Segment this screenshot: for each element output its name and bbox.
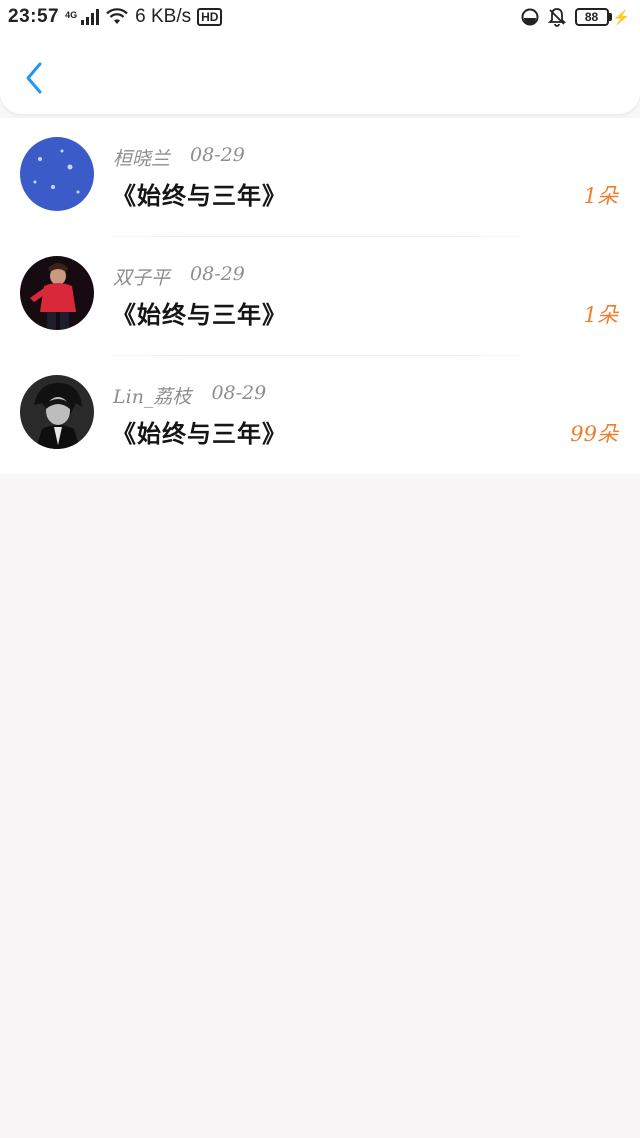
flower-count: 1朵 <box>583 184 618 208</box>
item-meta: 双子平 08-29 <box>113 263 245 290</box>
status-bar-left: 23:57 4G 6 KB/s HD <box>8 6 223 28</box>
item-date: 08-29 <box>190 263 245 285</box>
item-meta: 桓晓兰 08-29 <box>113 144 245 171</box>
avatar[interactable] <box>20 256 94 330</box>
signal-icon <box>81 9 100 25</box>
flower-count: 1朵 <box>583 303 618 327</box>
bell-muted-icon <box>547 8 566 27</box>
work-title[interactable]: 《始终与三年》 <box>112 176 287 211</box>
item-date: 08-29 <box>190 144 245 166</box>
work-title[interactable]: 《始终与三年》 <box>112 295 287 330</box>
status-bar: 23:57 4G 6 KB/s HD 88 ⚡ <box>0 0 640 34</box>
top-app-bar <box>0 34 640 114</box>
network-type-label: 4G <box>65 10 78 20</box>
status-bar-right: 88 ⚡ <box>521 7 630 27</box>
flower-count: 99朵 <box>570 422 618 446</box>
user-name[interactable]: 桓晓兰 <box>113 144 170 171</box>
user-name[interactable]: 双子平 <box>113 263 170 290</box>
work-title[interactable]: 《始终与三年》 <box>112 414 287 449</box>
battery-icon: 88 ⚡ <box>574 8 630 26</box>
back-button[interactable] <box>18 58 50 98</box>
data-saver-icon <box>521 8 539 26</box>
item-meta: Lin_荔枝 08-29 <box>113 382 266 409</box>
list-item[interactable]: 双子平 08-29 《始终与三年》 1朵 <box>0 237 640 356</box>
avatar[interactable] <box>20 375 94 449</box>
network-speed: 6 KB/s <box>135 6 192 27</box>
gift-list: 桓晓兰 08-29 《始终与三年》 1朵 双子平 08-29 《始终与三年》 1… <box>0 118 640 474</box>
list-item[interactable]: Lin_荔枝 08-29 《始终与三年》 99朵 <box>0 356 640 475</box>
charging-icon: ⚡ <box>612 8 630 25</box>
item-date: 08-29 <box>211 382 267 404</box>
list-item[interactable]: 桓晓兰 08-29 《始终与三年》 1朵 <box>0 118 640 237</box>
user-name[interactable]: Lin_荔枝 <box>113 382 191 409</box>
status-time: 23:57 <box>8 6 60 27</box>
chevron-left-icon <box>26 62 42 94</box>
wifi-icon <box>106 8 128 24</box>
battery-level: 88 <box>574 8 609 26</box>
avatar[interactable] <box>20 137 94 211</box>
hd-icon: HD <box>197 8 223 26</box>
